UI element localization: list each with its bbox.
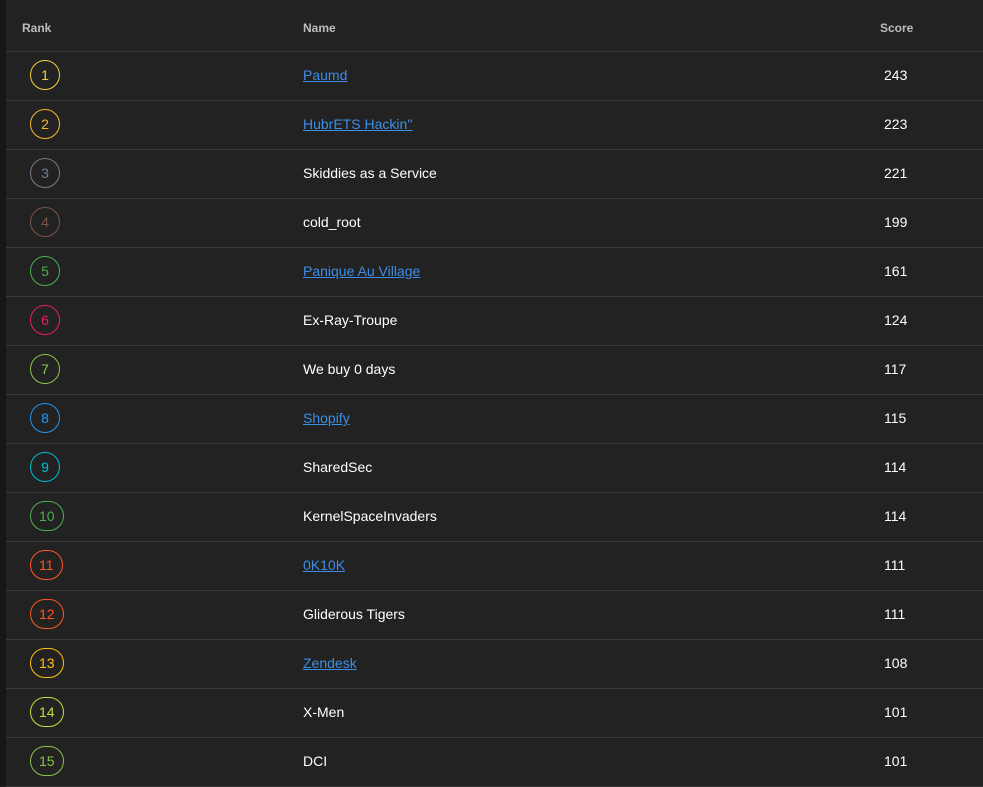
rank-badge: 11 (30, 550, 63, 580)
team-name: Skiddies as a Service (303, 165, 437, 181)
scoreboard-table: Rank Name Score 1 Paumd 243 2 HubrETS Hackin… (6, 0, 983, 787)
team-score: 111 (884, 606, 906, 622)
team-score: 115 (884, 410, 907, 426)
table-row: 7 We buy 0 days 117 (6, 346, 983, 395)
team-name: We buy 0 days (303, 361, 396, 377)
table-header: Rank Name Score (6, 0, 983, 52)
rank-badge: 2 (30, 109, 60, 139)
table-row: 13 Zendesk 108 (6, 640, 983, 689)
table-row: 6 Ex-Ray-Troupe 124 (6, 297, 983, 346)
team-score: 111 (884, 557, 906, 573)
team-name-link[interactable]: Panique Au Village (303, 263, 420, 279)
team-score: 114 (884, 508, 907, 524)
table-row: 2 HubrETS Hackin'' 223 (6, 101, 983, 150)
team-score: 101 (884, 704, 908, 720)
table-row: 10 KernelSpaceInvaders 114 (6, 493, 983, 542)
team-name-link[interactable]: Paumd (303, 67, 347, 83)
rank-badge: 1 (30, 60, 60, 90)
team-name: Ex-Ray-Troupe (303, 312, 398, 328)
table-body: 1 Paumd 243 2 HubrETS Hackin'' 223 3 Skiddies a… (6, 52, 983, 787)
table-row: 3 Skiddies as a Service 221 (6, 150, 983, 199)
team-name-link[interactable]: Zendesk (303, 655, 357, 671)
team-score: 199 (884, 214, 908, 230)
rank-badge: 9 (30, 452, 60, 482)
table-row: 12 Gliderous Tigers 111 (6, 591, 983, 640)
team-name-link[interactable]: Shopify (303, 410, 350, 426)
table-row: 1 Paumd 243 (6, 52, 983, 101)
rank-badge: 15 (30, 746, 64, 776)
team-name-link[interactable]: HubrETS Hackin'' (303, 116, 413, 132)
team-score: 161 (884, 263, 908, 279)
table-row: 4 cold_root 199 (6, 199, 983, 248)
team-name: DCI (303, 753, 328, 769)
team-name: KernelSpaceInvaders (303, 508, 437, 524)
rank-badge: 10 (30, 501, 64, 531)
column-header-score[interactable]: Score (880, 21, 913, 35)
team-name: X-Men (303, 704, 345, 720)
rank-badge: 14 (30, 697, 64, 727)
team-score: 243 (884, 67, 908, 83)
table-row: 15 DCI 101 (6, 738, 983, 787)
column-header-name[interactable]: Name (303, 21, 336, 35)
team-name: Gliderous Tigers (303, 606, 405, 622)
table-row: 14 X-Men 101 (6, 689, 983, 738)
rank-badge: 13 (30, 648, 64, 678)
column-header-rank[interactable]: Rank (22, 21, 51, 35)
team-name: cold_root (303, 214, 361, 230)
rank-badge: 5 (30, 256, 60, 286)
team-score: 223 (884, 116, 908, 132)
table-row: 8 Shopify 115 (6, 395, 983, 444)
team-score: 108 (884, 655, 908, 671)
table-row: 9 SharedSec 114 (6, 444, 983, 493)
team-score: 114 (884, 459, 907, 475)
team-name: SharedSec (303, 459, 373, 475)
rank-badge: 7 (30, 354, 60, 384)
rank-badge: 8 (30, 403, 60, 433)
team-name-link[interactable]: 0K10K (303, 557, 345, 573)
rank-badge: 4 (30, 207, 60, 237)
team-score: 221 (884, 165, 908, 181)
team-score: 117 (884, 361, 907, 377)
rank-badge: 3 (30, 158, 60, 188)
team-score: 101 (884, 753, 908, 769)
rank-badge: 12 (30, 599, 64, 629)
table-row: 5 Panique Au Village 161 (6, 248, 983, 297)
team-score: 124 (884, 312, 908, 328)
rank-badge: 6 (30, 305, 60, 335)
table-row: 11 0K10K 111 (6, 542, 983, 591)
